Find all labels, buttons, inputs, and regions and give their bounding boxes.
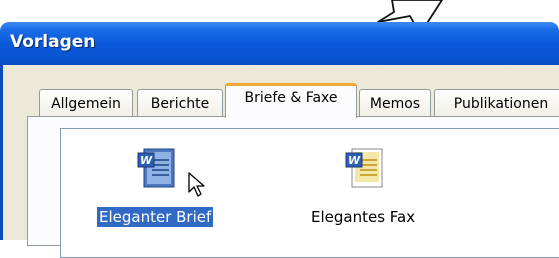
window-title: Vorlagen: [10, 32, 96, 52]
tab-berichte[interactable]: Berichte: [137, 89, 223, 117]
tab-label: Berichte: [150, 95, 210, 112]
tab-memos[interactable]: Memos: [359, 89, 431, 117]
svg-text:W: W: [348, 154, 361, 167]
dialog-body: Allgemein Berichte Briefe & Faxe Memos P…: [0, 65, 559, 258]
tab-label: Memos: [369, 95, 421, 112]
tab-label: Allgemein: [51, 95, 121, 112]
template-label: Elegantes Fax: [311, 208, 416, 226]
mouse-cursor-icon: [188, 172, 205, 197]
template-list[interactable]: W Eleganter Brief W Elegantes Fax: [60, 128, 559, 258]
tab-label: Briefe & Faxe: [244, 90, 338, 106]
tab-allgemein[interactable]: Allgemein: [39, 89, 133, 117]
tab-label: Publikationen: [453, 95, 549, 112]
svg-text:W: W: [140, 154, 153, 167]
tab-publikationen[interactable]: Publikationen: [434, 89, 559, 117]
word-document-icon: W: [345, 148, 383, 188]
templates-dialog: Vorlagen Allgemein Berichte Briefe & Fax…: [0, 22, 559, 258]
tab-briefe-faxe[interactable]: Briefe & Faxe: [225, 83, 357, 118]
word-document-icon: W: [137, 148, 175, 188]
template-label: Eleganter Brief: [97, 207, 214, 227]
title-bar[interactable]: Vorlagen: [0, 22, 559, 65]
